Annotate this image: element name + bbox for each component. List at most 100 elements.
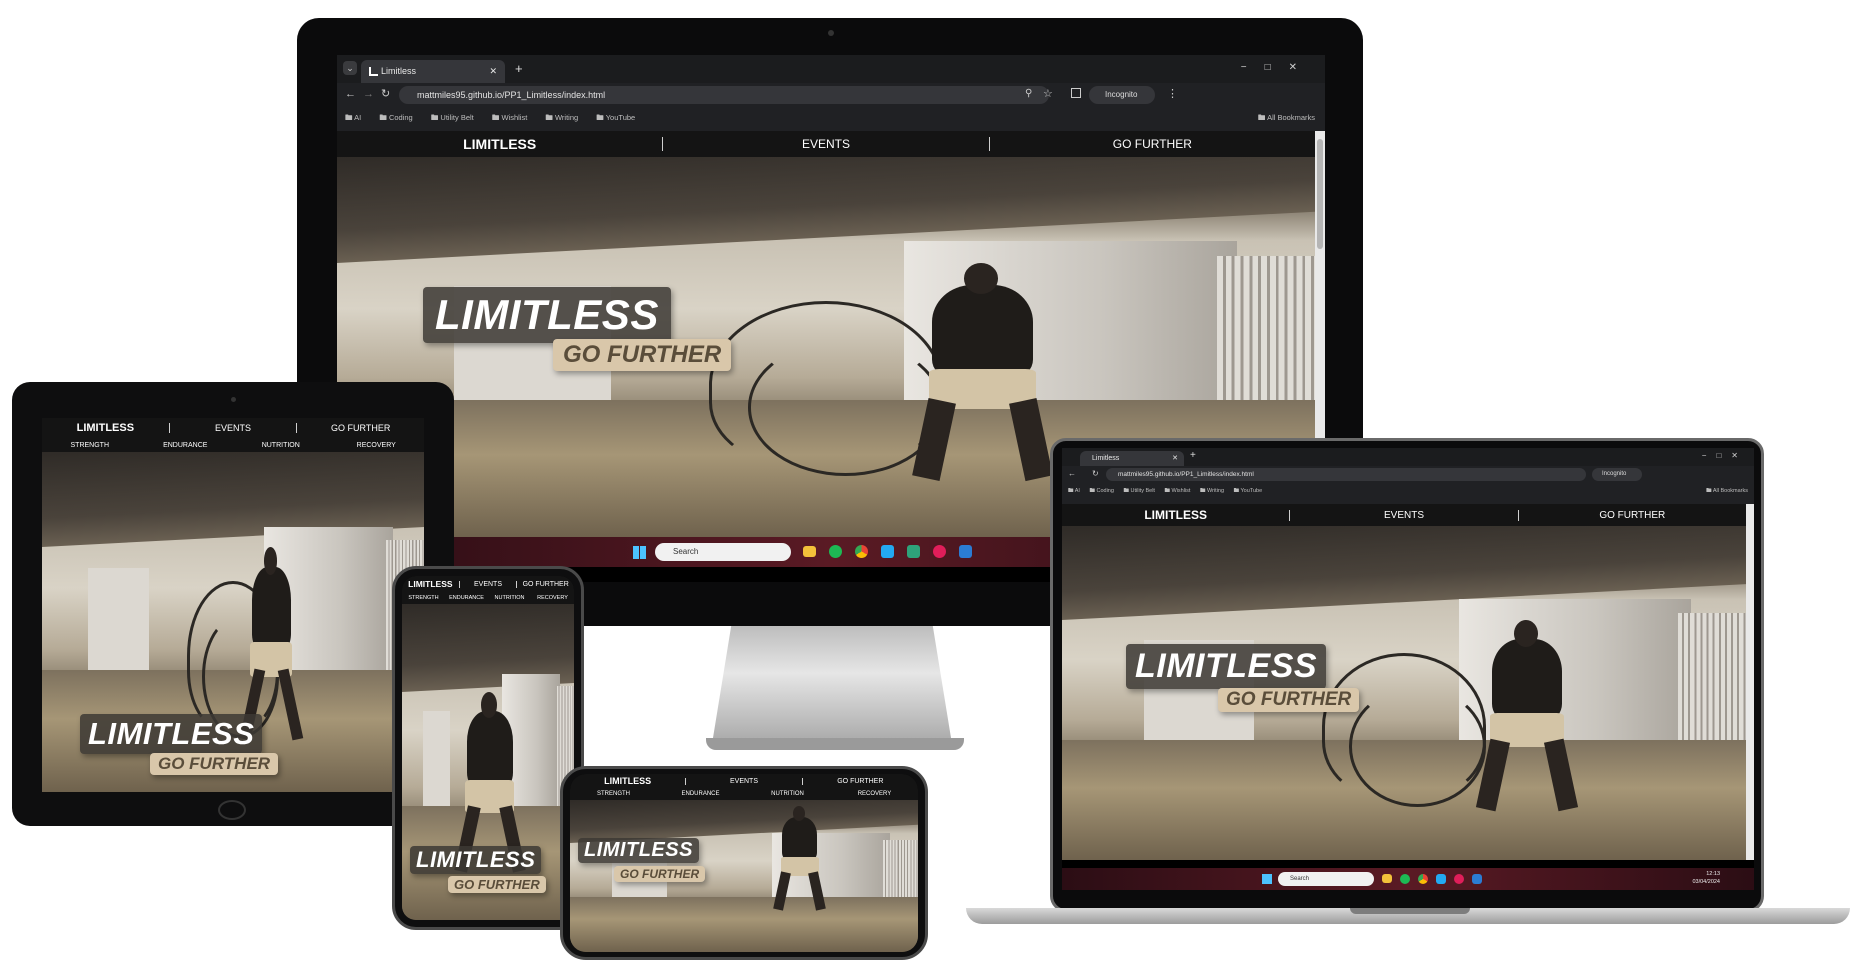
maximize-button[interactable]: □ <box>1265 62 1289 73</box>
bookmark-label: Utility Belt <box>440 113 474 122</box>
nav-brand[interactable]: LIMITLESS <box>337 136 662 152</box>
laptop-screen: Limitless ✕ + −□✕ ← ↻ mattmiles95.github… <box>1062 448 1754 890</box>
subnav-endurance[interactable]: ENDURANCE <box>138 442 234 449</box>
back-icon[interactable]: ← <box>1068 469 1076 478</box>
chrome-icon[interactable] <box>1418 874 1428 884</box>
nav-events[interactable]: EVENTS <box>1289 509 1517 521</box>
bookmark-folder-ai[interactable]: 🖿 AI <box>1068 488 1080 494</box>
all-bookmarks[interactable]: 🖿 All Bookmarks <box>1706 487 1748 496</box>
start-icon[interactable] <box>633 546 646 559</box>
tab-close-icon[interactable]: ✕ <box>1172 451 1178 466</box>
bookmark-folder-utility[interactable]: 🖿 Utility Belt <box>431 113 474 122</box>
close-button[interactable]: ✕ <box>1289 62 1315 73</box>
nav-events[interactable]: EVENTS <box>685 777 801 785</box>
address-bar[interactable]: mattmiles95.github.io/PP1_Limitless/inde… <box>1106 468 1586 481</box>
bookmark-folder-wishlist[interactable]: 🖿 Wishlist <box>492 113 527 122</box>
close-button[interactable]: ✕ <box>1731 451 1748 460</box>
tab-close-icon[interactable]: ✕ <box>489 60 497 83</box>
nav-brand[interactable]: LIMITLESS <box>42 422 169 434</box>
bookmark-folder-coding[interactable]: 🖿 Coding <box>1089 488 1113 494</box>
nav-go-further[interactable]: GO FURTHER <box>1517 509 1746 521</box>
site-nav: LIMITLESS EVENTS GO FURTHER <box>1062 504 1746 526</box>
hero-logo-title: LIMITLESS <box>423 287 671 343</box>
spotify-icon[interactable] <box>829 545 842 558</box>
browser-tab[interactable]: Limitless ✕ <box>361 60 505 83</box>
bookmark-folder-writing[interactable]: 🖿 Writing <box>1200 488 1224 494</box>
all-bookmarks[interactable]: 🖿 All Bookmarks <box>1258 112 1315 125</box>
minimize-button[interactable]: − <box>1241 62 1265 73</box>
forward-icon[interactable]: → <box>363 88 374 100</box>
browser-tab[interactable]: Limitless ✕ <box>1080 451 1184 466</box>
bookmark-folder-writing[interactable]: 🖿 Writing <box>545 113 578 122</box>
tab-strip: Limitless ✕ + −□✕ <box>1062 448 1754 466</box>
incognito-badge[interactable]: Incognito <box>1592 468 1642 481</box>
vscode-icon[interactable] <box>881 545 894 558</box>
tab-search-icon[interactable]: ⌄ <box>343 61 357 75</box>
all-bookmarks-label: All Bookmarks <box>1267 113 1315 122</box>
nav-events[interactable]: EVENTS <box>662 137 988 151</box>
sidepanel-icon[interactable] <box>1071 88 1081 98</box>
incognito-badge[interactable]: Incognito <box>1089 86 1155 104</box>
subnav-strength[interactable]: STRENGTH <box>42 442 138 449</box>
new-tab-button[interactable]: + <box>1190 450 1196 461</box>
taskbar-search[interactable]: Search <box>1278 872 1374 886</box>
subnav-recovery[interactable]: RECOVERY <box>329 442 425 449</box>
subnav-endurance[interactable]: ENDURANCE <box>657 791 744 797</box>
taskbar-clock[interactable]: 12:13 03/04/2024 <box>1680 870 1720 886</box>
subnav-nutrition[interactable]: NUTRITION <box>744 791 831 797</box>
bookmark-label: Coding <box>388 113 413 122</box>
nav-go-further[interactable]: GO FURTHER <box>988 137 1315 151</box>
nav-go-further[interactable]: GO FURTHER <box>516 580 574 588</box>
taskbar: Search 12:13 03/04/2024 <box>1062 868 1754 890</box>
reload-icon[interactable]: ↻ <box>381 87 390 100</box>
app-icon[interactable] <box>907 545 920 558</box>
bookmark-label: Writing <box>1207 488 1225 494</box>
tablet-home-button <box>218 800 246 820</box>
menu-icon[interactable]: ⋮ <box>1167 87 1178 100</box>
bookmark-folder-coding[interactable]: 🖿 Coding <box>379 113 412 122</box>
bookmark-folder-wishlist[interactable]: 🖿 Wishlist <box>1164 488 1190 494</box>
start-icon[interactable] <box>1262 874 1272 884</box>
word-icon[interactable] <box>959 545 972 558</box>
subnav-recovery[interactable]: RECOVERY <box>831 791 918 797</box>
subnav-strength[interactable]: STRENGTH <box>570 791 657 797</box>
subnav-nutrition[interactable]: NUTRITION <box>488 595 531 601</box>
nav-go-further[interactable]: GO FURTHER <box>296 423 424 433</box>
chrome-icon[interactable] <box>855 545 868 558</box>
bookmark-label: Wishlist <box>501 113 528 122</box>
spotify-icon[interactable] <box>1400 874 1410 884</box>
file-explorer-icon[interactable] <box>1382 874 1392 883</box>
file-explorer-icon[interactable] <box>803 546 816 557</box>
minimize-button[interactable]: − <box>1702 451 1717 460</box>
taskbar-search[interactable]: Search <box>655 543 791 561</box>
site-nav: LIMITLESS EVENTS GO FURTHER <box>337 131 1315 157</box>
nav-events[interactable]: EVENTS <box>458 580 517 588</box>
back-icon[interactable]: ← <box>345 88 356 100</box>
reload-icon[interactable]: ↻ <box>1092 469 1099 478</box>
bookmark-folder-utility[interactable]: 🖿 Utility Belt <box>1123 488 1154 494</box>
new-tab-button[interactable]: + <box>515 61 523 76</box>
subnav-recovery[interactable]: RECOVERY <box>531 595 574 601</box>
search-placeholder: Search <box>1290 876 1310 882</box>
subnav-strength[interactable]: STRENGTH <box>402 595 445 601</box>
word-icon[interactable] <box>1472 874 1482 884</box>
nav-brand[interactable]: LIMITLESS <box>570 776 685 786</box>
zoom-icon[interactable]: ⚲ <box>1025 88 1032 99</box>
nav-go-further[interactable]: GO FURTHER <box>801 777 918 785</box>
tab-strip: ⌄ Limitless ✕ + −□✕ <box>337 55 1325 83</box>
bookmark-folder-ai[interactable]: 🖿 AI <box>345 113 361 122</box>
bookmark-folder-youtube[interactable]: 🖿 YouTube <box>596 113 635 122</box>
nav-brand[interactable]: LIMITLESS <box>402 579 459 589</box>
slack-icon[interactable] <box>1454 874 1464 884</box>
nav-events[interactable]: EVENTS <box>168 423 297 433</box>
scrollbar[interactable] <box>1746 504 1754 860</box>
address-bar[interactable]: mattmiles95.github.io/PP1_Limitless/inde… <box>399 86 1049 104</box>
bookmark-star-icon[interactable]: ☆ <box>1043 87 1053 100</box>
slack-icon[interactable] <box>933 545 946 558</box>
bookmark-folder-youtube[interactable]: 🖿 YouTube <box>1234 488 1263 494</box>
subnav-endurance[interactable]: ENDURANCE <box>445 595 488 601</box>
nav-brand[interactable]: LIMITLESS <box>1062 508 1289 522</box>
maximize-button[interactable]: □ <box>1716 451 1731 460</box>
subnav-nutrition[interactable]: NUTRITION <box>233 442 329 449</box>
vscode-icon[interactable] <box>1436 874 1446 884</box>
